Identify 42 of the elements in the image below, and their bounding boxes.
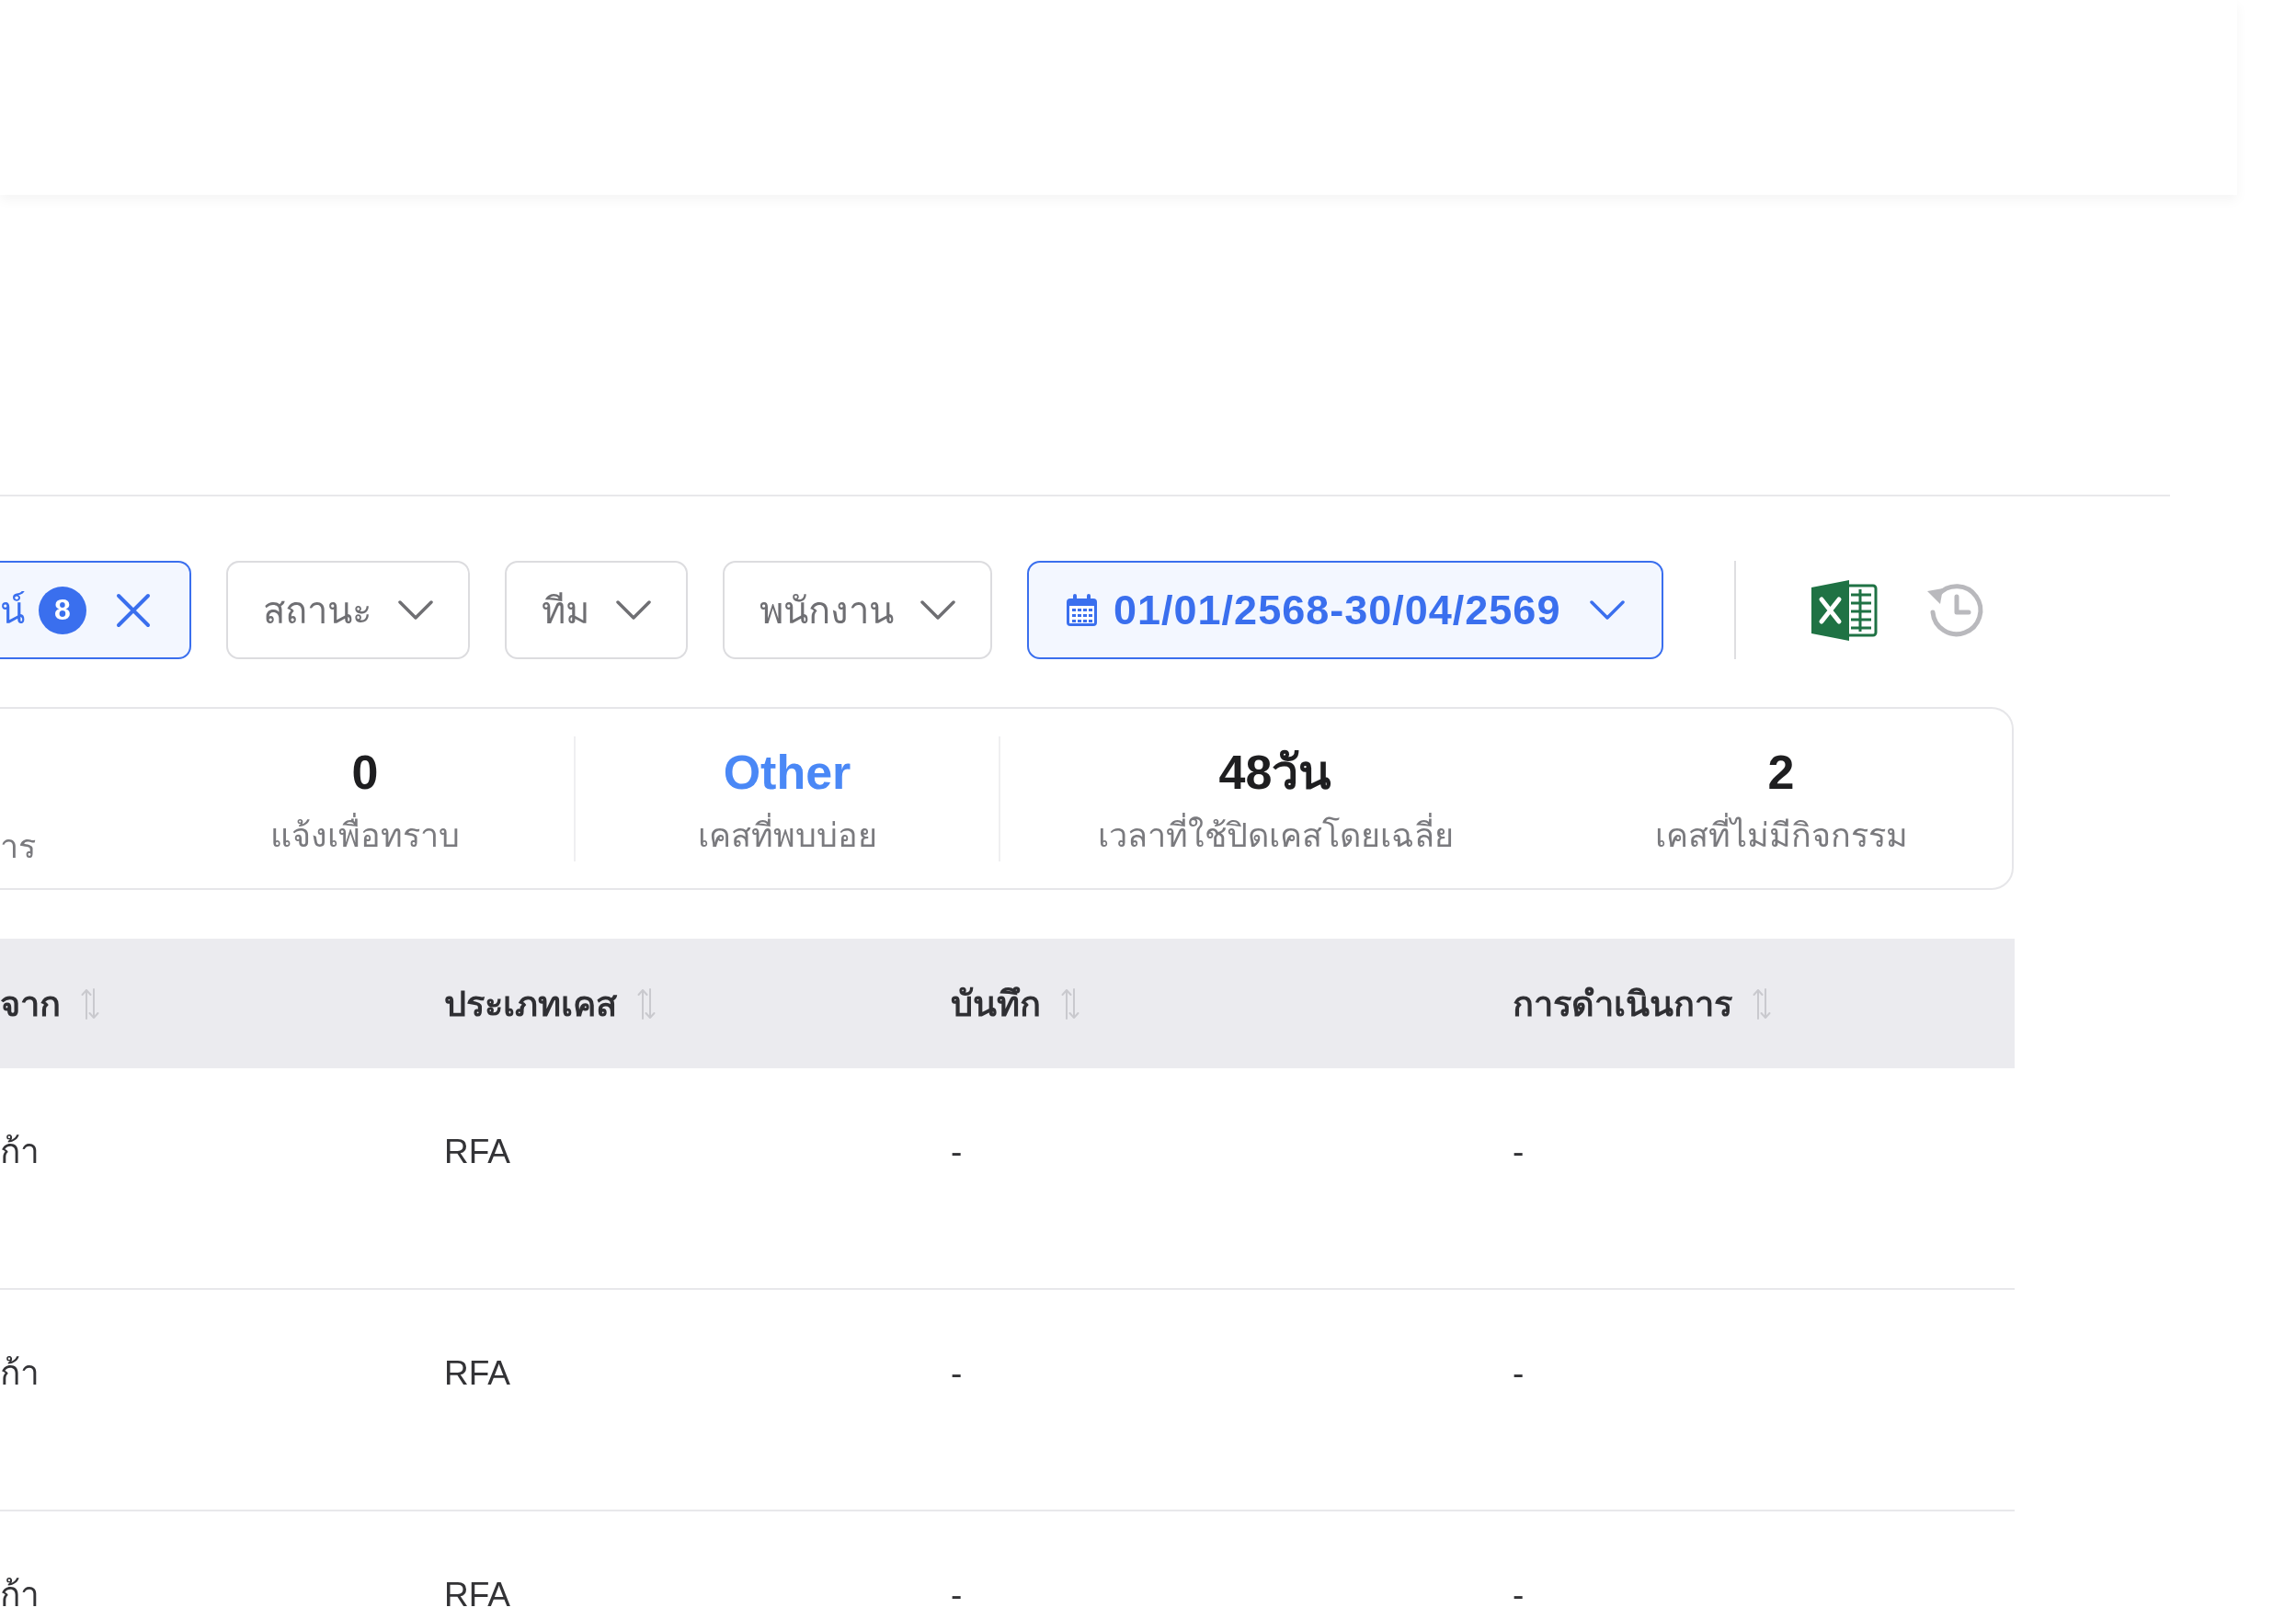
filter-dropdown[interactable]: ทีม [505,561,688,659]
table-cell: - [951,1576,963,1613]
filter-dropdown[interactable]: พนักงาน [723,561,992,659]
chevron-down-icon [616,599,651,621]
stat-value: Other [723,745,851,801]
column-header[interactable]: จาก [0,975,61,1032]
table-cell: - [1513,1133,1525,1170]
table-cell: - [1513,1576,1525,1613]
spreadsheet-icon[interactable] [1811,577,1879,643]
table-cell: RFA [444,1354,510,1392]
table-cell: RFA [444,1133,510,1170]
sort-icon[interactable] [1061,986,1079,1020]
stat-value: 0 [351,745,379,801]
table-cell: - [1513,1354,1525,1392]
stat-value: 48วัน [1218,745,1332,801]
column-header[interactable]: การดำเนินการ [1513,975,1732,1032]
column-header[interactable]: ประเภทเคส [444,975,617,1032]
filter-chip[interactable]: น์ 8 [0,561,191,659]
sort-icon[interactable] [637,986,656,1020]
table-cell: - [951,1354,963,1392]
sort-icon[interactable] [81,986,99,1020]
stat-label: เคสที่ไม่มีกิจกรรม [1654,812,1908,860]
stat-label: าร [0,827,36,867]
stat-label: เวลาที่ใช้ปิดเคสโดยเฉลี่ย [1097,812,1454,860]
filter-dropdown[interactable]: สถานะ [226,561,470,659]
column-header[interactable]: บันทึก [951,975,1041,1032]
chevron-down-icon [398,599,433,621]
calendar-icon [1066,593,1098,627]
stat-label: เคสที่พบบ่อย [697,812,877,860]
date-range-picker[interactable]: 01/01/2568-30/04/2569 [1027,561,1664,659]
chevron-down-icon [1590,599,1626,621]
chevron-down-icon [920,599,955,621]
table-cell: ก้า [0,1354,40,1392]
sort-icon[interactable] [1753,986,1771,1020]
count-badge: 8 [39,586,86,634]
stat-label: แจ้งเพื่อทราบ [270,812,460,860]
table-cell: ก้า [0,1576,40,1613]
table-cell: - [951,1133,963,1170]
table-cell: RFA [444,1576,510,1613]
stat-value: 2 [1767,745,1795,801]
table-cell: ก้า [0,1133,40,1170]
close-icon[interactable] [115,591,152,629]
